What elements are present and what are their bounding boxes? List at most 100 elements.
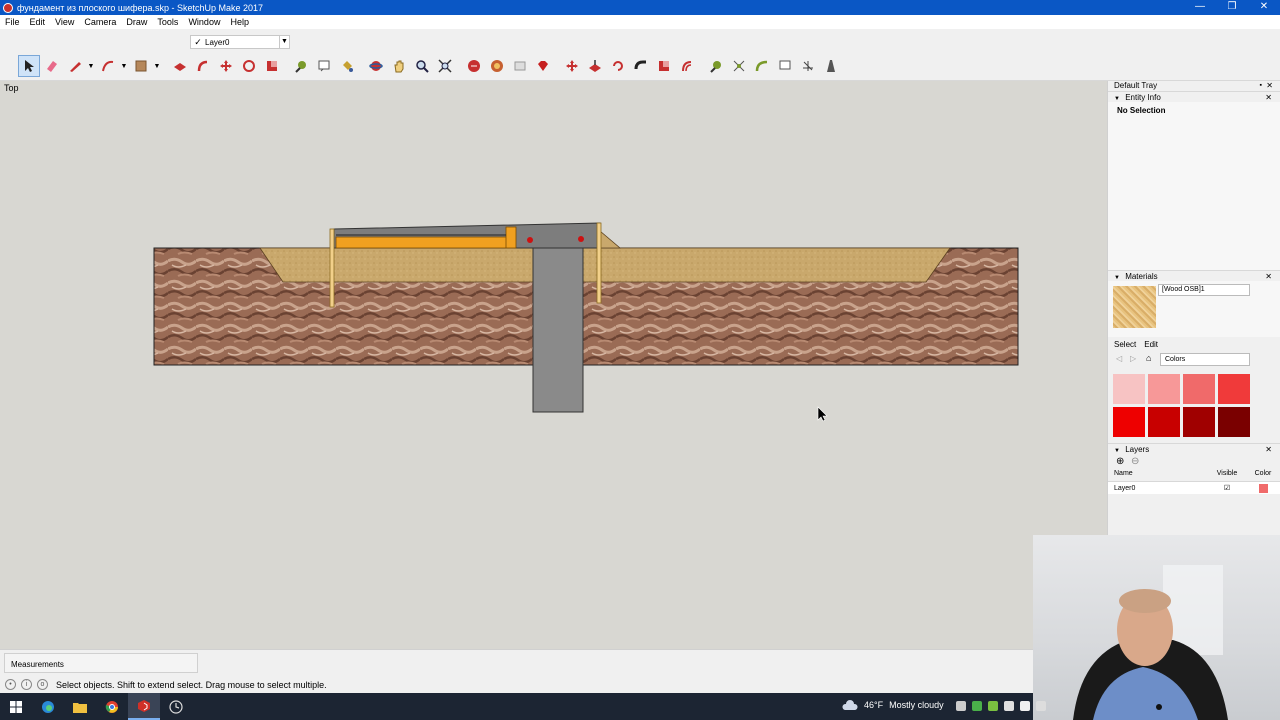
dimension-tool-button[interactable] bbox=[728, 55, 750, 77]
extension-warehouse-button[interactable] bbox=[532, 55, 554, 77]
rotate-tool-button-2[interactable] bbox=[607, 55, 629, 77]
osb-board[interactable] bbox=[335, 236, 515, 249]
color-swatch[interactable] bbox=[1218, 407, 1250, 437]
remove-layer-icon[interactable]: ⊖ bbox=[1131, 456, 1139, 467]
model-scene[interactable] bbox=[0, 81, 1107, 649]
zoom-tool-button[interactable] bbox=[411, 55, 433, 77]
tape-measure-tool-button[interactable] bbox=[290, 55, 312, 77]
measurements-box[interactable]: Measurements bbox=[4, 653, 198, 673]
cloud-sync-icon[interactable] bbox=[1020, 701, 1030, 711]
forward-arrow-icon[interactable]: ▷ bbox=[1130, 354, 1136, 363]
geo-location-icon[interactable]: • bbox=[5, 679, 16, 690]
shapes-tool-dropdown[interactable]: ▼ bbox=[153, 63, 161, 70]
pan-tool-button[interactable] bbox=[388, 55, 410, 77]
share-component-button[interactable] bbox=[509, 55, 531, 77]
layers-col-color[interactable]: Color bbox=[1248, 470, 1278, 481]
concrete-column[interactable] bbox=[532, 237, 584, 413]
entity-info-close-icon[interactable]: ✕ bbox=[1265, 92, 1272, 103]
anchor-point-left[interactable] bbox=[527, 237, 533, 243]
app-tray-icon[interactable] bbox=[956, 701, 966, 711]
weather-widget[interactable]: 46°F Mostly cloudy bbox=[842, 700, 944, 710]
shapes-tool-button[interactable] bbox=[130, 55, 152, 77]
material-library-select[interactable]: Colors bbox=[1160, 353, 1250, 366]
axes-move-button[interactable] bbox=[561, 55, 583, 77]
menu-tools[interactable]: Tools bbox=[152, 17, 183, 27]
menu-help[interactable]: Help bbox=[225, 17, 254, 27]
move-tool-button[interactable] bbox=[215, 55, 237, 77]
sand-bedding[interactable] bbox=[259, 247, 951, 283]
orbit-tool-button[interactable] bbox=[365, 55, 387, 77]
file-explorer-taskbar-button[interactable] bbox=[64, 693, 96, 720]
arc-tool-button[interactable] bbox=[97, 55, 119, 77]
layer-row[interactable]: Layer0 ☑ bbox=[1108, 482, 1280, 494]
materials-header[interactable]: ▼ Materials ✕ bbox=[1108, 270, 1280, 281]
layers-col-visible[interactable]: Visible bbox=[1206, 470, 1248, 481]
arc-tool-dropdown[interactable]: ▼ bbox=[120, 63, 128, 70]
color-swatch[interactable] bbox=[1218, 374, 1250, 404]
minimize-button[interactable]: — bbox=[1184, 0, 1216, 15]
microphone-icon[interactable] bbox=[1036, 701, 1046, 711]
scale-tool-button-2[interactable] bbox=[653, 55, 675, 77]
menu-file[interactable]: File bbox=[0, 17, 25, 27]
tape-measure-tool-button-2[interactable] bbox=[705, 55, 727, 77]
security-tray-icon[interactable] bbox=[972, 701, 982, 711]
color-swatch[interactable] bbox=[1148, 374, 1180, 404]
paint-bucket-tool-button[interactable] bbox=[336, 55, 358, 77]
left-stake[interactable] bbox=[329, 228, 335, 308]
menu-draw[interactable]: Draw bbox=[121, 17, 152, 27]
network-tray-icon[interactable] bbox=[1004, 701, 1014, 711]
back-arrow-icon[interactable]: ◁ bbox=[1116, 354, 1122, 363]
entity-info-header[interactable]: ▼ Entity Info ✕ bbox=[1108, 91, 1280, 102]
info-icon[interactable]: i bbox=[21, 679, 32, 690]
tab-edit[interactable]: Edit bbox=[1144, 340, 1158, 349]
osb-board-end[interactable] bbox=[505, 226, 517, 249]
close-button[interactable]: ✕ bbox=[1248, 0, 1280, 15]
rotate-tool-button[interactable] bbox=[238, 55, 260, 77]
color-swatch[interactable] bbox=[1183, 374, 1215, 404]
color-swatch[interactable] bbox=[1183, 407, 1215, 437]
layer-visible-checkbox[interactable]: ☑ bbox=[1206, 484, 1248, 492]
axes-tool-button[interactable] bbox=[797, 55, 819, 77]
chevron-down-icon[interactable]: ▼ bbox=[279, 36, 289, 48]
share-model-button[interactable] bbox=[486, 55, 508, 77]
start-button[interactable] bbox=[0, 693, 32, 720]
color-swatch[interactable] bbox=[1113, 407, 1145, 437]
layer-color-swatch[interactable] bbox=[1248, 483, 1278, 493]
edge-taskbar-button[interactable] bbox=[32, 693, 64, 720]
pin-icon[interactable]: ▪ bbox=[1260, 81, 1262, 91]
push-pull-tool-button-2[interactable] bbox=[584, 55, 606, 77]
layers-header[interactable]: ▼ Layers ✕ bbox=[1108, 443, 1280, 454]
3d-text-tool-button[interactable] bbox=[820, 55, 842, 77]
add-layer-icon[interactable]: ⊕ bbox=[1116, 456, 1124, 467]
tray-close-icon[interactable]: ✕ bbox=[1266, 81, 1273, 91]
zoom-extents-tool-button[interactable] bbox=[434, 55, 456, 77]
layers-col-name[interactable]: Name bbox=[1108, 470, 1206, 481]
anchor-point-right[interactable] bbox=[578, 236, 584, 242]
3d-warehouse-button[interactable] bbox=[463, 55, 485, 77]
push-pull-tool-button[interactable] bbox=[169, 55, 191, 77]
color-swatch[interactable] bbox=[1148, 407, 1180, 437]
line-tool-button[interactable] bbox=[64, 55, 86, 77]
layer-dropdown[interactable]: ✓ Layer0 ▼ bbox=[190, 35, 290, 49]
drawing-viewport[interactable]: Top bbox=[0, 81, 1107, 649]
chrome-taskbar-button[interactable] bbox=[96, 693, 128, 720]
right-stake[interactable] bbox=[596, 222, 602, 304]
follow-me-tool-button-2[interactable] bbox=[630, 55, 652, 77]
scale-tool-button[interactable] bbox=[261, 55, 283, 77]
eraser-tool-button[interactable] bbox=[41, 55, 63, 77]
current-material-swatch[interactable] bbox=[1113, 286, 1156, 328]
restore-button[interactable]: ❐ bbox=[1216, 0, 1248, 15]
home-icon[interactable]: ⌂ bbox=[1146, 353, 1151, 363]
line-tool-dropdown[interactable]: ▼ bbox=[87, 63, 95, 70]
tab-select[interactable]: Select bbox=[1114, 340, 1136, 349]
menu-window[interactable]: Window bbox=[183, 17, 225, 27]
menu-view[interactable]: View bbox=[50, 17, 79, 27]
color-swatch[interactable] bbox=[1113, 374, 1145, 404]
sketchup-taskbar-button[interactable] bbox=[128, 693, 160, 720]
protractor-tool-button[interactable] bbox=[751, 55, 773, 77]
user-account-icon[interactable]: o bbox=[37, 679, 48, 690]
menu-camera[interactable]: Camera bbox=[79, 17, 121, 27]
text-tool-button-2[interactable] bbox=[774, 55, 796, 77]
select-tool-button[interactable] bbox=[18, 55, 40, 77]
follow-me-tool-button[interactable] bbox=[192, 55, 214, 77]
